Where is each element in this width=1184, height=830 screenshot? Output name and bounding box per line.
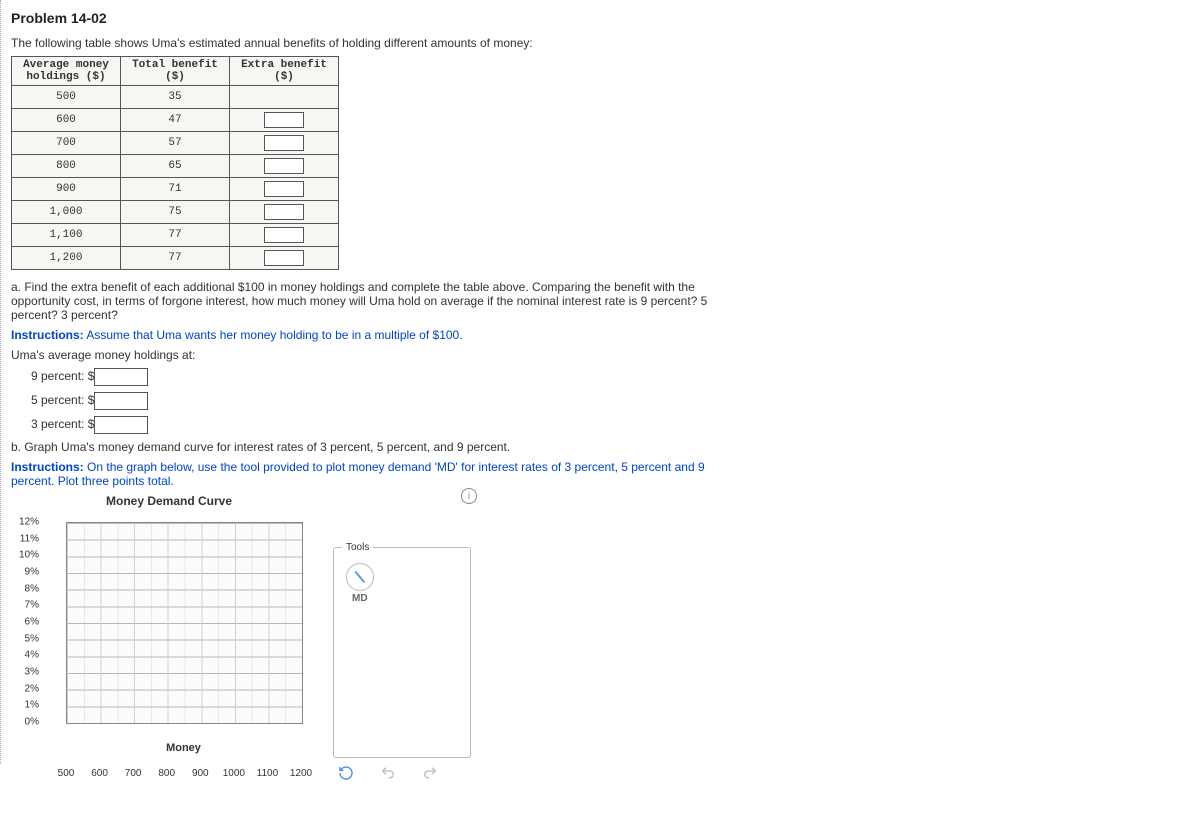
x-tick: 1100 bbox=[257, 768, 279, 779]
instructions-label-b: Instructions: bbox=[11, 460, 84, 474]
cell-holdings: 1,000 bbox=[12, 201, 121, 224]
redo-icon[interactable] bbox=[422, 765, 438, 781]
x-tick: 700 bbox=[125, 768, 142, 779]
y-tick: 11% bbox=[20, 533, 39, 544]
extra-benefit-input[interactable] bbox=[264, 227, 304, 243]
x-tick: 1000 bbox=[223, 768, 245, 779]
cell-extra bbox=[230, 155, 339, 178]
cell-extra bbox=[230, 178, 339, 201]
tool-md-label: MD bbox=[352, 593, 462, 604]
x-tick: 1200 bbox=[290, 768, 312, 779]
page-title: Problem 14-02 bbox=[11, 10, 1174, 26]
y-tick: 2% bbox=[25, 683, 39, 694]
y-tick: 5% bbox=[25, 633, 39, 644]
y-tick: 1% bbox=[25, 700, 39, 711]
answer-label: 9 percent: $ bbox=[31, 369, 94, 383]
extra-benefit-input[interactable] bbox=[264, 181, 304, 197]
table-row: 70057 bbox=[12, 132, 339, 155]
cell-extra bbox=[230, 86, 339, 109]
part-a-text: a. Find the extra benefit of each additi… bbox=[11, 280, 741, 322]
holdings-input[interactable] bbox=[94, 368, 148, 386]
cell-holdings: 500 bbox=[12, 86, 121, 109]
cell-extra bbox=[230, 224, 339, 247]
cell-total: 47 bbox=[121, 109, 230, 132]
holdings-input[interactable] bbox=[94, 416, 148, 434]
y-tick: 0% bbox=[25, 717, 39, 728]
extra-benefit-input[interactable] bbox=[264, 204, 304, 220]
tools-legend: Tools bbox=[342, 542, 373, 553]
y-tick: 12% bbox=[19, 517, 39, 528]
cell-holdings: 1,200 bbox=[12, 247, 121, 270]
holdings-input[interactable] bbox=[94, 392, 148, 410]
th-holdings: Average money holdings ($) bbox=[12, 57, 121, 86]
cell-holdings: 700 bbox=[12, 132, 121, 155]
plot-canvas[interactable] bbox=[66, 522, 303, 724]
cell-total: 35 bbox=[121, 86, 230, 109]
reset-icon[interactable] bbox=[338, 765, 354, 781]
y-tick: 3% bbox=[25, 667, 39, 678]
y-tick: 4% bbox=[25, 650, 39, 661]
x-axis-label: Money bbox=[66, 742, 301, 754]
cell-total: 75 bbox=[121, 201, 230, 224]
undo-icon[interactable] bbox=[380, 765, 396, 781]
x-tick: 800 bbox=[158, 768, 175, 779]
cell-extra bbox=[230, 109, 339, 132]
cell-total: 71 bbox=[121, 178, 230, 201]
instructions-text-a: Assume that Uma wants her money holding … bbox=[86, 328, 462, 342]
instructions-label-a: Instructions: bbox=[11, 328, 84, 342]
part-b-text: b. Graph Uma's money demand curve for in… bbox=[11, 440, 1174, 454]
benefits-table: Average money holdings ($) Total benefit… bbox=[11, 56, 339, 270]
table-row: 60047 bbox=[12, 109, 339, 132]
table-row: 1,00075 bbox=[12, 201, 339, 224]
y-tick: 8% bbox=[25, 583, 39, 594]
cell-holdings: 900 bbox=[12, 178, 121, 201]
tools-panel: Tools MD bbox=[333, 542, 471, 758]
y-tick: 10% bbox=[19, 550, 39, 561]
cell-holdings: 800 bbox=[12, 155, 121, 178]
table-row: 50035 bbox=[12, 86, 339, 109]
holdings-lead: Uma's average money holdings at: bbox=[11, 348, 1174, 362]
instructions-text-b: On the graph below, use the tool provide… bbox=[11, 460, 705, 488]
info-icon[interactable]: i bbox=[461, 488, 477, 504]
th-extra: Extra benefit ($) bbox=[230, 57, 339, 86]
extra-benefit-input[interactable] bbox=[264, 250, 304, 266]
cell-total: 57 bbox=[121, 132, 230, 155]
cell-holdings: 600 bbox=[12, 109, 121, 132]
cell-total: 77 bbox=[121, 247, 230, 270]
chart-title: Money Demand Curve bbox=[106, 494, 1174, 508]
extra-benefit-input[interactable] bbox=[264, 112, 304, 128]
x-tick: 500 bbox=[58, 768, 75, 779]
cell-extra bbox=[230, 132, 339, 155]
th-total: Total benefit ($) bbox=[121, 57, 230, 86]
answer-label: 3 percent: $ bbox=[31, 417, 94, 431]
extra-benefit-input[interactable] bbox=[264, 135, 304, 151]
x-tick: 600 bbox=[91, 768, 108, 779]
cell-extra bbox=[230, 201, 339, 224]
answer-label: 5 percent: $ bbox=[31, 393, 94, 407]
cell-total: 65 bbox=[121, 155, 230, 178]
y-tick: 7% bbox=[25, 600, 39, 611]
table-row: 1,10077 bbox=[12, 224, 339, 247]
answer-line: 5 percent: $ bbox=[31, 392, 1174, 410]
line-icon bbox=[355, 571, 365, 583]
table-row: 80065 bbox=[12, 155, 339, 178]
intro-text: The following table shows Uma's estimate… bbox=[11, 36, 1174, 50]
table-row: 1,20077 bbox=[12, 247, 339, 270]
y-tick: 9% bbox=[25, 567, 39, 578]
y-tick: 6% bbox=[25, 617, 39, 628]
cell-holdings: 1,100 bbox=[12, 224, 121, 247]
answer-line: 9 percent: $ bbox=[31, 368, 1174, 386]
chart-area[interactable]: Nominal Interest Rate 0%1%2%3%4%5%6%7%8%… bbox=[11, 522, 311, 754]
x-tick: 900 bbox=[192, 768, 209, 779]
cell-total: 77 bbox=[121, 224, 230, 247]
table-row: 90071 bbox=[12, 178, 339, 201]
extra-benefit-input[interactable] bbox=[264, 158, 304, 174]
answer-line: 3 percent: $ bbox=[31, 416, 1174, 434]
tool-md-button[interactable] bbox=[346, 563, 374, 591]
cell-extra bbox=[230, 247, 339, 270]
